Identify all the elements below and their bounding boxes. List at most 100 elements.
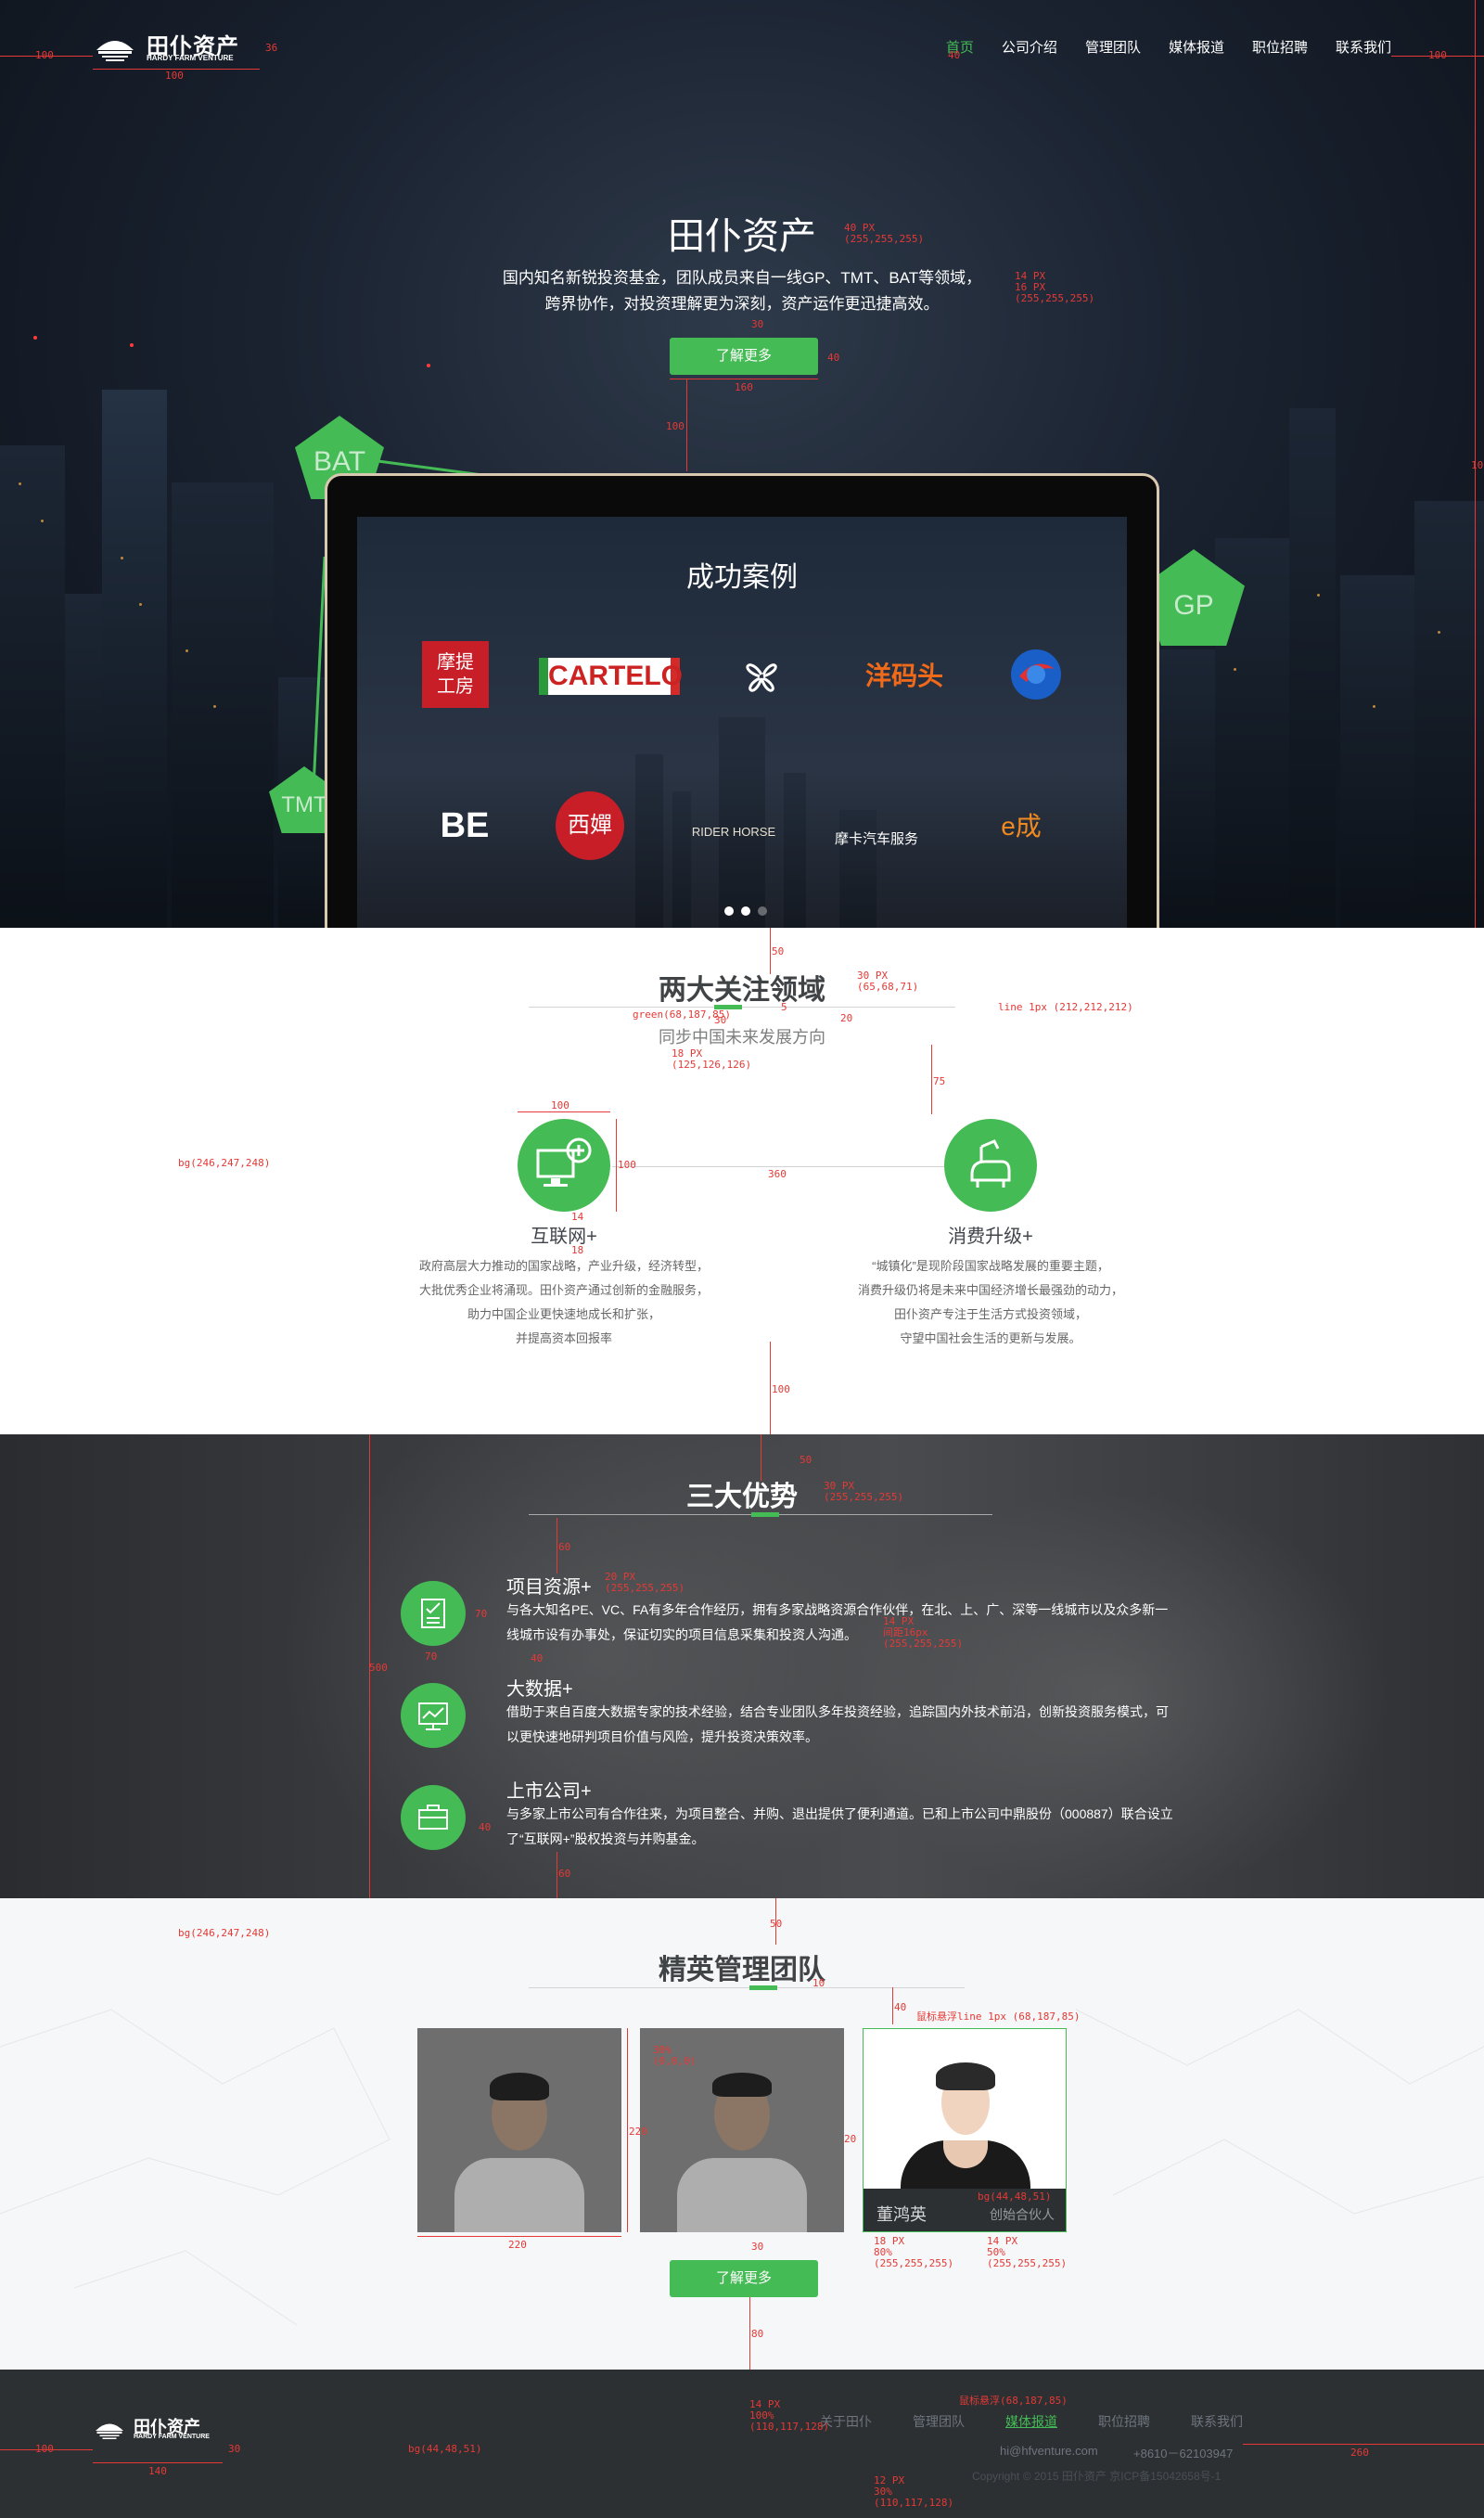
advantage-title: 大数据+ [506,1679,573,1700]
annotation: 70 [475,1608,488,1620]
annotation: 30 [751,318,764,330]
focus-section: 两大关注领域 同步中国未来发展方向 互联网+ 政府高层大力推动的国家战略，产业升… [0,928,1484,1434]
annotation: 100 [551,1099,569,1111]
footer-link-team[interactable]: 管理团队 [913,2412,965,2431]
slider-dot[interactable] [758,906,767,916]
annotation: 10 [812,1977,825,1989]
project-resources-icon [401,1581,466,1646]
annotation: 30% (0,0,0) [653,2044,697,2067]
hero-section: 田仆资产 HARDY FARM VENTURE 首页 公司介绍 管理团队 媒体报… [0,0,1484,928]
case-logo-cartelo[interactable]: CARTELO [539,658,683,695]
case-logo-motivate[interactable]: 摩提工房 [422,641,489,708]
annotation: 100 [666,420,684,432]
footer-logo[interactable]: 田仆资产 HARDY FARM VENTURE [93,2414,232,2442]
case-logo-be-education[interactable]: BE [437,801,493,851]
team-learn-more-button[interactable]: 了解更多 [670,2260,818,2297]
team-section: 精英管理团队 董鸿英 创始合伙人 了解更多 50 bg(246,247,248)… [0,1898,1484,2370]
annotation: 12 PX 30% (110,117,128) [874,2474,954,2509]
slider-dot[interactable] [724,906,734,916]
desc-line: 消费升级仍将是未来中国经济增长最强劲的动力， [857,1283,1123,1297]
annotation: 100 [1471,459,1484,471]
logo-text-en: HARDY FARM VENTURE [134,2434,210,2440]
title-underline [751,1512,779,1517]
advantage-desc: 与多家上市公司有合作往来，为项目整合、并购、退出提供了便利通道。已和上市公司中鼎… [506,1806,1173,1846]
annotation: 70 [425,1651,438,1663]
member-role: 创始合伙人 [990,2207,1055,2222]
annotation: 20 [840,1012,853,1024]
desc-line: 助力中国企业更快速地成长和扩张， [467,1307,660,1321]
case-logo-yangmatou[interactable]: 洋码头 [865,652,949,700]
footer-phone: +8610－62103947 [1133,2447,1234,2460]
consumption-upgrade-icon [944,1119,1037,1212]
annotation: bg(44,48,51) [978,2190,1052,2203]
case-logo-xichan[interactable]: 西嬋 [556,791,624,860]
annotation: 18 PX (125,126,126) [672,1047,752,1071]
team-title: 精英管理团队 [659,1955,825,1985]
annotation: 60 [558,1868,571,1880]
annotation: 40 PX (255,255,255) [844,222,925,245]
cases-screen: 成功案例 摩提工房 CARTELO 洋码头 BE 西嬋 RIDER HORSE … [357,517,1127,928]
annotation: 100 [1428,49,1447,61]
desc-line: 守望中国社会生活的更新与发展。 [900,1331,1081,1345]
footer-copyright: Copyright © 2015 田仆资产 京ICP备15042658号-1 [972,2470,1222,2483]
annotation: bg(246,247,248) [178,1157,271,1169]
advantages-section: 三大优势 项目资源+ 与各大知名PE、VC、FA有多年合作经历，拥有多家战略资源… [0,1434,1484,1898]
annotation: 50 [800,1454,812,1466]
annotation: 30 PX (255,255,255) [824,1480,904,1503]
annotation: bg(246,247,248) [178,1927,271,1939]
field-desc-internet: 政府高层大力推动的国家战略，产业升级，经济转型， 大批优秀企业将涌现。田仆资产通… [352,1254,775,1351]
annotation: 100 [618,1159,636,1171]
annotation: 14 [571,1211,584,1223]
annotation: 14 PX 16 PX (255,255,255) [1015,270,1095,304]
footer-nav: 关于田仆 管理团队 媒体报道 职位招聘 联系我们 [820,2412,1243,2431]
annotation: 30 PX (65,68,71) [857,970,919,993]
field-desc-consumption: “城镇化”是现阶段国家战略发展的重要主题， 消费升级仍将是未来中国经济增长最强劲… [779,1254,1202,1351]
annotation: 14 PX 50% (255,255,255) [987,2235,1068,2269]
footer: 田仆资产 HARDY FARM VENTURE 关于田仆 管理团队 媒体报道 职… [0,2370,1484,2518]
case-logo-rider-horse[interactable]: RIDER HORSE [678,801,789,853]
annotation: 18 [571,1244,584,1256]
annotation: 30 [228,2443,241,2455]
footer-link-jobs[interactable]: 职位招聘 [1098,2412,1150,2431]
annotation: 40 [894,2001,907,2013]
annotation: 50 [770,1918,783,1930]
title-underline [749,1985,777,1990]
annotation: green(68,187,85) [633,1008,731,1021]
annotation: 80 [751,2328,764,2340]
desc-line: 田仆资产专注于生活方式投资领域， [893,1307,1087,1321]
annotation: 100 [165,70,184,82]
team-member-card[interactable] [417,2028,621,2232]
big-data-icon [401,1683,466,1748]
footer-link-contact[interactable]: 联系我们 [1191,2412,1243,2431]
annotation: 36 [265,42,278,54]
annotation: 14 PX 100% (110,117,128) [749,2398,830,2433]
clover-icon[interactable] [732,647,791,706]
annotation: 500 [369,1662,388,1674]
case-logo-mocar[interactable]: 摩卡汽车服务 [830,791,923,853]
annotation: 鼠标悬浮(68,187,85) [959,2395,1068,2407]
annotation: 100 [772,1383,790,1395]
annotation: 160 [735,381,753,393]
annotation: 鼠标悬浮line 1px (68,187,85) [916,2011,1081,2023]
annotation: 75 [933,1075,946,1087]
annotation: line 1px (212,212,212) [998,1001,1133,1013]
farm-logo-icon [96,2423,123,2439]
divider [529,1007,955,1008]
laptop-frame: 成功案例 摩提工房 CARTELO 洋码头 BE 西嬋 RIDER HORSE … [325,473,1159,928]
annotation: 30 [751,2241,764,2253]
desc-line: 政府高层大力推动的国家战略，产业升级，经济转型， [418,1259,709,1273]
focus-subtitle: 同步中国未来发展方向 [659,1028,825,1047]
footer-email[interactable]: hi@hfventure.com [1000,2444,1098,2458]
focus-title: 两大关注领域 [659,975,825,1006]
case-logo-echeng[interactable]: e成 [966,806,1077,847]
annotation: 220 [508,2239,527,2251]
footer-link-media[interactable]: 媒体报道 [1005,2412,1057,2431]
annotation: 50 [772,945,785,957]
annotation: 20 PX (255,255,255) [605,1571,685,1594]
slider-dot-active[interactable] [741,906,750,916]
advantage-title: 项目资源+ [506,1577,592,1598]
annotation: 220 [629,2126,647,2138]
annotation: 5 [781,1001,787,1013]
advantage-desc: 借助于来自百度大数据专家的技术经验，结合专业团队多年投资经验，追踪国内外技术前沿… [506,1704,1169,1744]
orb-logo-icon[interactable] [1010,649,1062,700]
